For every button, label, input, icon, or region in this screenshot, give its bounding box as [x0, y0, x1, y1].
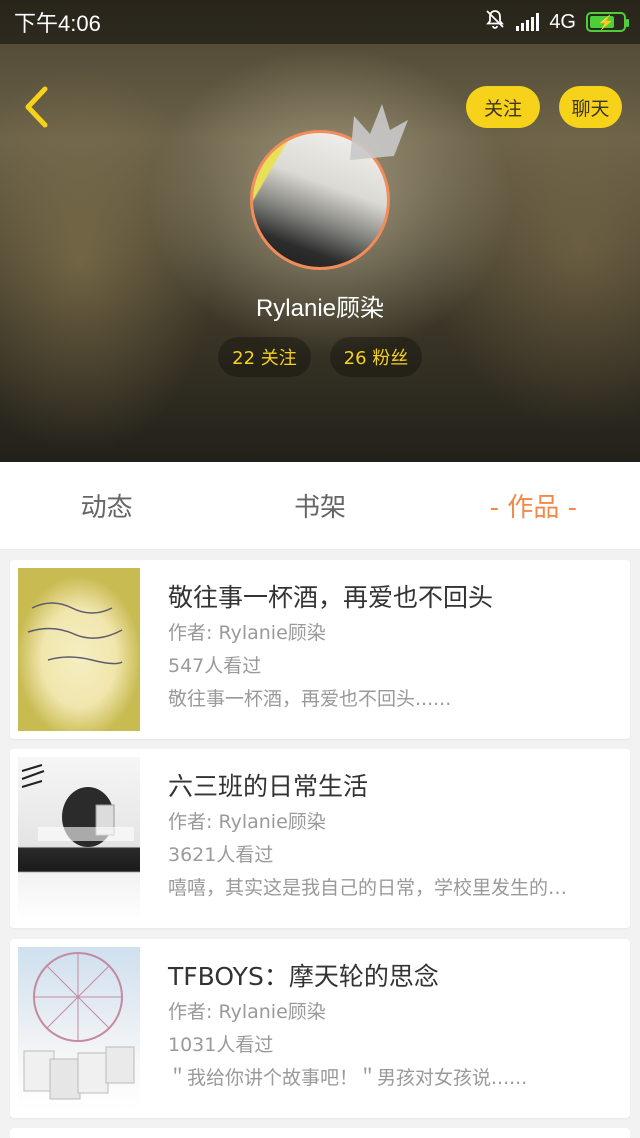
work-author: 作者: Rylanie顾染	[168, 1001, 326, 1023]
work-description: 敬往事一杯酒，再爱也不回头......	[168, 688, 452, 710]
follow-button[interactable]: 关注	[466, 86, 540, 128]
book-cover-image	[18, 757, 140, 920]
work-views: 1031人看过	[168, 1034, 274, 1056]
tab-works[interactable]: - 作品 -	[427, 487, 640, 524]
hd-signal-icon	[516, 13, 540, 31]
book-cover-image	[18, 568, 140, 731]
profile-tabs: 动态 书架 - 作品 -	[0, 462, 640, 550]
list-item[interactable]: TFBOYS：摩天轮的思念 作者: Rylanie顾染 1031人看过 ＂我给你…	[10, 939, 630, 1118]
work-author: 作者: Rylanie顾染	[168, 811, 326, 833]
work-title: 六三班的日常生活	[168, 772, 369, 801]
work-views: 3621人看过	[168, 844, 274, 866]
status-icons: 4G ⚡	[484, 8, 629, 36]
user-nickname: Rylanie顾染	[255, 295, 385, 322]
bell-muted-icon	[484, 8, 506, 36]
battery-charging-icon: ⚡	[586, 12, 629, 32]
status-bar: 下午4:06 4G ⚡	[0, 0, 640, 44]
network-type: 4G	[549, 10, 576, 33]
chat-button[interactable]: 聊天	[559, 86, 622, 128]
work-title: TFBOYS：摩天轮的思念	[168, 962, 439, 991]
followers-count[interactable]: 26 粉丝	[330, 337, 422, 377]
tab-dynamics[interactable]: 动态	[0, 487, 213, 524]
back-button[interactable]	[14, 82, 58, 132]
work-description: 嘻嘻，其实这是我自己的日常，学校里发生的…	[168, 877, 568, 899]
tab-bookshelf[interactable]: 书架	[213, 487, 426, 524]
avatar-container[interactable]	[250, 104, 408, 270]
chevron-left-icon	[25, 86, 48, 128]
following-count[interactable]: 22 关注	[218, 337, 311, 377]
list-item[interactable]: 敬往事一杯酒，再爱也不回头 作者: Rylanie顾染 547人看过 敬往事一杯…	[10, 560, 630, 739]
list-item-peek[interactable]	[10, 1128, 630, 1138]
work-views: 547人看过	[168, 655, 262, 677]
crown-icon	[350, 104, 408, 160]
work-description: ＂我给你讲个故事吧！＂男孩对女孩说......	[168, 1067, 528, 1089]
work-title: 敬往事一杯酒，再爱也不回头	[168, 583, 494, 612]
list-item[interactable]: 六三班的日常生活 作者: Rylanie顾染 3621人看过 嘻嘻，其实这是我自…	[10, 749, 630, 928]
work-author: 作者: Rylanie顾染	[168, 622, 326, 644]
status-time: 下午4:06	[14, 11, 101, 36]
book-cover-image	[18, 947, 140, 1110]
profile-header: 下午4:06 4G ⚡ 关注 聊天 Rylanie顾染 22 关注 26 粉丝	[0, 0, 640, 462]
